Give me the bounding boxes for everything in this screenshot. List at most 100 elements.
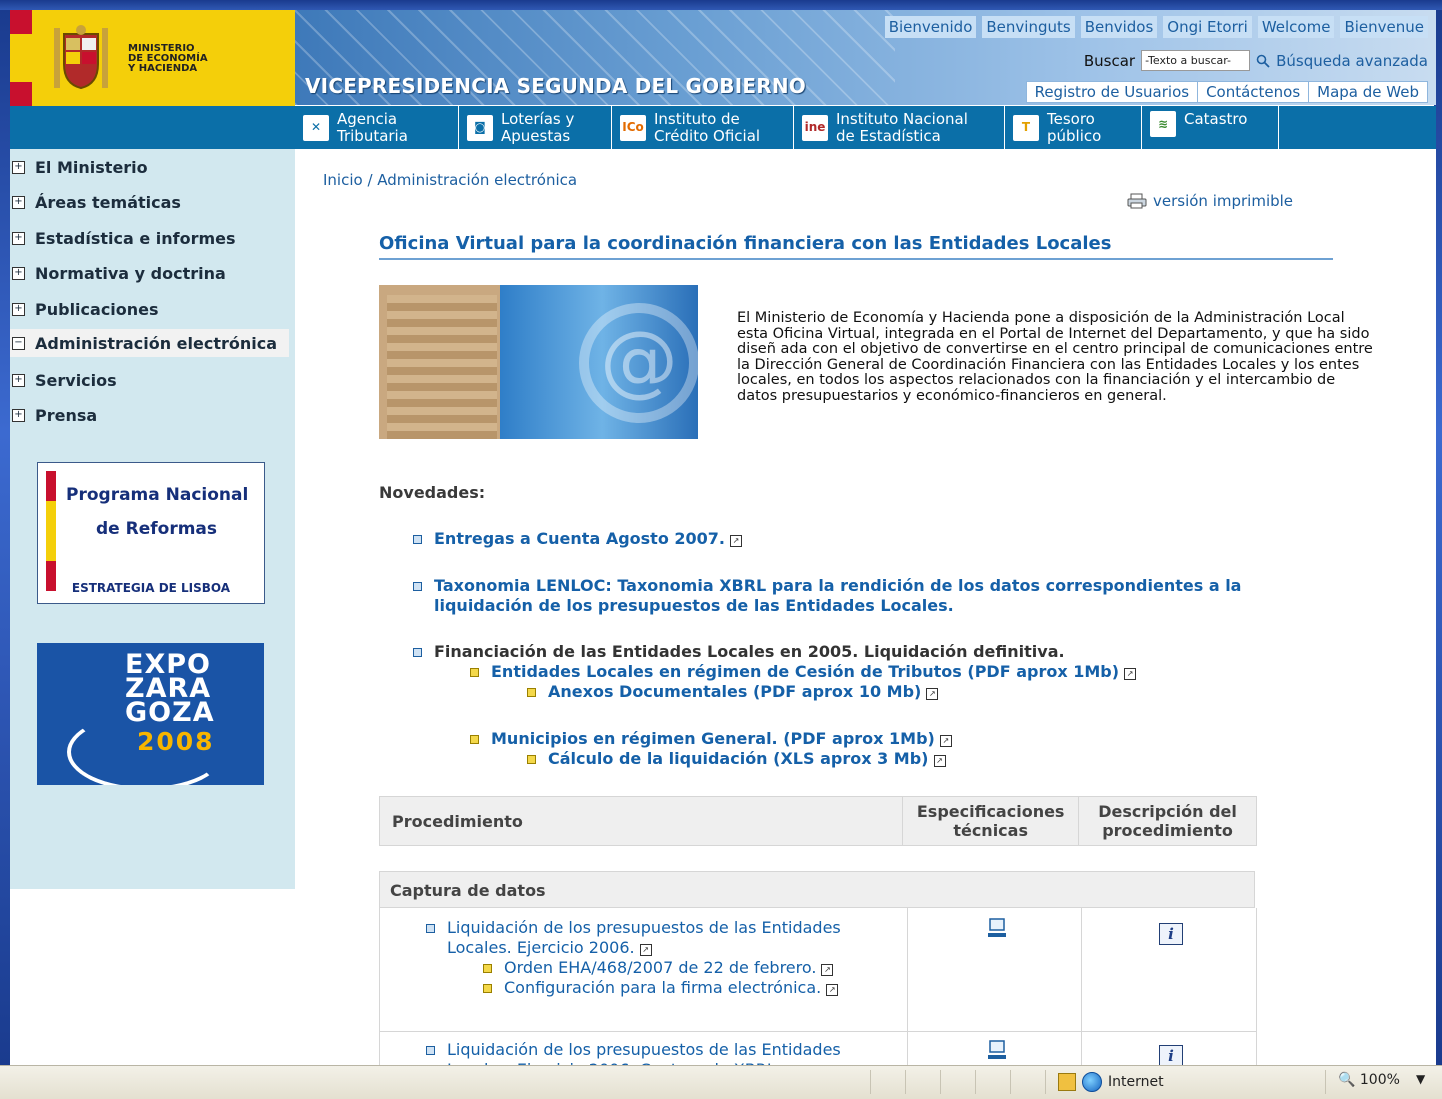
external-link-icon: ↗ (1124, 668, 1137, 680)
search-icon[interactable] (1256, 54, 1270, 68)
lang-link[interactable]: Benvidos (1080, 16, 1158, 38)
news-item[interactable]: Entregas a Cuenta Agosto 2007. ↗ (413, 529, 1313, 549)
sidebar-item-areas-tematicas[interactable]: + Áreas temáticas (10, 188, 181, 216)
expand-icon[interactable]: + (12, 408, 25, 422)
sidebar-item-label: Normativa y doctrina (35, 263, 226, 283)
sidebar-item-administracion-electronica[interactable]: − Administración electrónica (10, 329, 290, 357)
org-agencia-tributaria[interactable]: ✕ Agencia Tributaria (295, 106, 459, 149)
external-link-icon: ↗ (729, 535, 742, 547)
sitemap-link[interactable]: Mapa de Web (1308, 82, 1427, 102)
zoom-dropdown-icon[interactable]: ▼ (1416, 1072, 1425, 1086)
sidebar-item-servicios[interactable]: + Servicios (10, 366, 117, 394)
print-version-link[interactable]: versión imprimible (1127, 192, 1293, 210)
org-ico[interactable]: ICo Instituto de Crédito Oficial (612, 106, 794, 149)
register-link[interactable]: Registro de Usuarios (1027, 82, 1197, 102)
lang-link[interactable]: Bienvenue (1340, 16, 1428, 38)
sidebar-item-estadistica[interactable]: + Estadística e informes (10, 224, 236, 252)
news-link[interactable]: Entregas a Cuenta Agosto 2007. (434, 529, 725, 548)
news-item[interactable]: Taxonomia LENLOC: Taxonomia XBRL para la… (413, 576, 1293, 616)
bullet-icon (426, 1046, 435, 1055)
procedure-item[interactable]: Liquidación de los presupuestos de las E… (426, 918, 906, 958)
news-link[interactable]: Cálculo de la liquidación (XLS aprox 3 M… (548, 749, 929, 768)
expand-icon[interactable]: + (12, 195, 25, 209)
org-ine[interactable]: ine Instituto Nacional de Estadística (794, 106, 1005, 149)
globe-icon (1082, 1072, 1102, 1092)
contact-link[interactable]: Contáctenos (1197, 82, 1308, 102)
expand-icon[interactable]: + (12, 160, 25, 174)
expo-text: EXPO ZARA GOZA (125, 649, 215, 728)
news-link[interactable]: Entidades Locales en régimen de Cesión d… (491, 662, 1119, 681)
pnr-line: Programa Nacional (66, 485, 249, 505)
main-content: Inicio / Administración electrónica vers… (295, 149, 1436, 1065)
pnr-line: de Reformas (96, 519, 218, 539)
ministry-line: Y HACIENDA (128, 63, 198, 74)
external-link-icon: ↗ (926, 688, 939, 700)
status-divider (975, 1070, 976, 1094)
sidebar-item-publicaciones[interactable]: + Publicaciones (10, 295, 159, 323)
sidebar-item-normativa[interactable]: + Normativa y doctrina (10, 259, 226, 287)
external-link-icon: ↗ (826, 984, 839, 996)
org-loterias[interactable]: ◙ Loterías y Apuestas (459, 106, 612, 149)
sidebar-item-prensa[interactable]: + Prensa (10, 401, 97, 429)
org-label: Catastro (1184, 110, 1248, 128)
org-label: Tributaria (337, 126, 408, 145)
programa-nacional-reformas-banner[interactable]: Programa Nacional de Reformas ESTRATEGIA… (37, 462, 265, 604)
org-label: público (1047, 126, 1102, 145)
lang-link[interactable]: Benvinguts (982, 16, 1075, 38)
security-zone[interactable]: Internet (1058, 1072, 1164, 1092)
bullet-icon (470, 668, 479, 677)
news-link[interactable]: Municipios en régimen General. (PDF apro… (491, 729, 935, 748)
procedure-item[interactable]: Liquidación de los presupuestos de las E… (426, 1040, 906, 1065)
ministry-logo[interactable]: MINISTERIO DE ECONOMÍA Y HACIENDA (10, 10, 295, 106)
procedure-subitem[interactable]: Orden EHA/468/2007 de 22 de febrero. ↗ (483, 958, 903, 978)
zone-label: Internet (1108, 1074, 1164, 1090)
sidebar-item-label: Áreas temáticas (35, 192, 181, 212)
expand-icon[interactable]: + (12, 231, 25, 245)
info-icon[interactable]: i (1159, 923, 1183, 945)
print-version-label: versión imprimible (1153, 192, 1294, 210)
lang-link[interactable]: Bienvenido (884, 16, 977, 38)
procedure-link[interactable]: Orden EHA/468/2007 de 22 de febrero. (504, 958, 816, 977)
lang-link[interactable]: Ongi Etorri (1163, 16, 1252, 38)
info-icon[interactable]: i (1159, 1045, 1183, 1065)
breadcrumb[interactable]: Inicio / Administración electrónica (323, 171, 577, 189)
lang-link[interactable]: Welcome (1257, 16, 1335, 38)
bullet-icon (413, 648, 422, 657)
agencia-tributaria-icon: ✕ (303, 114, 329, 141)
org-tesoro[interactable]: T Tesoro público (1005, 106, 1142, 149)
status-divider (940, 1070, 941, 1094)
ico-icon: ICo (620, 114, 646, 141)
sidebar-item-el-ministerio[interactable]: + El Ministerio (10, 153, 148, 181)
org-catastro[interactable]: ≋ Catastro (1142, 106, 1279, 149)
column-header: Especificaciones técnicas (902, 796, 1080, 846)
expand-icon[interactable]: + (12, 373, 25, 387)
org-label: Loterías y (501, 109, 575, 128)
news-subitem[interactable]: Anexos Documentales (PDF aprox 10 Mb) ↗ (527, 682, 1327, 702)
news-link[interactable]: Taxonomia LENLOC: Taxonomia XBRL para la… (434, 576, 1293, 616)
expand-icon[interactable]: + (12, 302, 25, 316)
org-label: Tesoro (1047, 109, 1095, 128)
collapse-icon[interactable]: − (12, 336, 25, 350)
at-sign-icon: @ (579, 303, 698, 423)
search-input[interactable]: -Texto a buscar- (1141, 50, 1251, 71)
cell-divider (907, 908, 908, 1031)
expand-icon[interactable]: + (12, 266, 25, 280)
news-subitem[interactable]: Cálculo de la liquidación (XLS aprox 3 M… (527, 749, 1327, 769)
news-link[interactable]: Anexos Documentales (PDF aprox 10 Mb) (548, 682, 921, 701)
advanced-search-link[interactable]: Búsqueda avanzada (1276, 52, 1428, 70)
news-subitem[interactable]: Entidades Locales en régimen de Cesión d… (470, 662, 1350, 682)
zoom-level[interactable]: 🔍 100% (1338, 1072, 1400, 1088)
sidebar-item-label: Publicaciones (35, 299, 159, 319)
procedures-table: Procedimiento Especificaciones técnicas … (378, 796, 1257, 846)
computer-icon[interactable] (988, 1040, 1006, 1060)
procedure-link[interactable]: Configuración para la firma electrónica. (504, 978, 821, 997)
computer-icon[interactable] (988, 918, 1006, 938)
bullet-icon (413, 535, 422, 544)
expo-zaragoza-banner[interactable]: EXPO ZARA GOZA 2008 (37, 643, 264, 785)
news-subitem[interactable]: Municipios en régimen General. (PDF apro… (470, 729, 1350, 749)
protected-mode-icon (1058, 1073, 1076, 1091)
procedure-subitem[interactable]: Configuración para la firma electrónica.… (483, 978, 903, 998)
intro-paragraph: El Ministerio de Economía y Hacienda pon… (737, 310, 1373, 404)
section-caption: Captura de datos (379, 871, 1255, 908)
procedure-link[interactable]: Liquidación de los presupuestos de las E… (447, 1040, 906, 1065)
